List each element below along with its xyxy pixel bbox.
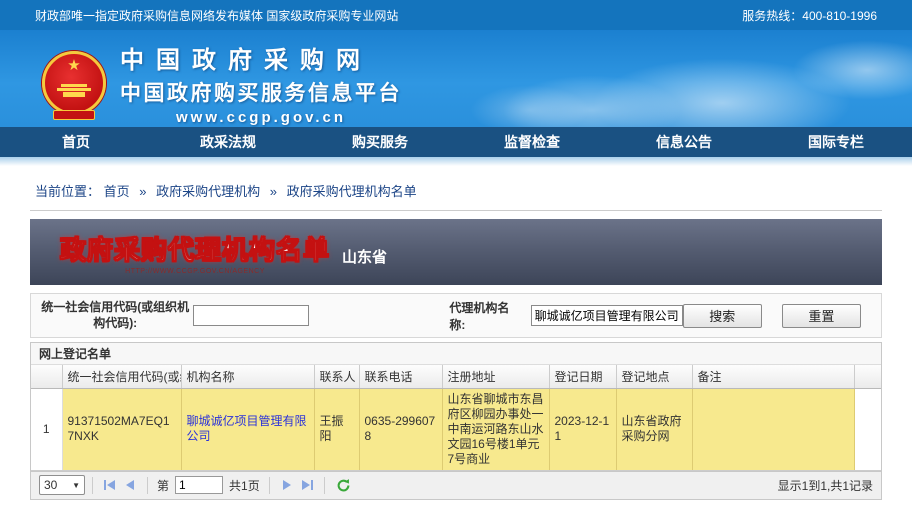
col-address: 注册地址 <box>442 365 549 388</box>
service-hotline: 服务热线：400-810-1996 <box>742 7 877 24</box>
nav-fade-strip <box>0 157 912 166</box>
masthead: ★ 中国政府采购网 中国政府购买服务信息平台 www.ccgp.gov.cn <box>0 30 912 127</box>
agency-name-label: 代理机构名称: <box>449 299 524 333</box>
nav-item-laws[interactable]: 政采法规 <box>152 127 304 157</box>
first-page-icon[interactable] <box>101 476 119 494</box>
col-spacer <box>854 365 881 388</box>
site-logo[interactable]: ★ 中国政府采购网 中国政府购买服务信息平台 www.ccgp.gov.cn <box>42 40 402 126</box>
record-summary: 显示1到1,共1记录 <box>778 477 873 494</box>
search-panel: 统一社会信用代码(或组织机构代码): 代理机构名称: 搜索 重置 <box>30 293 882 338</box>
cell-remark <box>692 388 854 470</box>
breadcrumb-separator: » <box>139 184 146 199</box>
cell-phone: 0635-2996078 <box>359 388 442 470</box>
credit-code-label: 统一社会信用代码(或组织机构代码): <box>37 300 193 331</box>
total-pages-label: 共1页 <box>229 477 260 494</box>
agency-name-input[interactable] <box>531 305 683 326</box>
nav-item-intl[interactable]: 国际专栏 <box>760 127 912 157</box>
cell-credit-code: 91371502MA7EQ17NXK <box>62 388 181 470</box>
site-title: 中国政府采购网 <box>120 40 402 75</box>
col-credit-code: 统一社会信用代码(或组织机构代码) <box>62 365 181 388</box>
agency-table: 统一社会信用代码(或组织机构代码) 机构名称 联系人 联系电话 注册地址 登记日… <box>31 365 881 471</box>
divider <box>269 477 270 494</box>
main-navigation: 首页 政采法规 购买服务 监督检查 信息公告 国际专栏 <box>0 127 912 157</box>
divider <box>324 477 325 494</box>
region-label: 山东省 <box>342 246 387 267</box>
col-phone: 联系电话 <box>359 365 442 388</box>
table-header-row: 统一社会信用代码(或组织机构代码) 机构名称 联系人 联系电话 注册地址 登记日… <box>31 365 881 388</box>
prev-page-icon[interactable] <box>121 476 139 494</box>
col-org-name: 机构名称 <box>181 365 314 388</box>
national-emblem-icon: ★ <box>42 51 106 115</box>
breadcrumb: 当前位置： 首页 » 政府采购代理机构 » 政府采购代理机构名单 <box>35 181 912 198</box>
next-page-icon[interactable] <box>278 476 296 494</box>
breadcrumb-agency[interactable]: 政府采购代理机构 <box>156 184 260 199</box>
table-row[interactable]: 1 91371502MA7EQ17NXK 聊城诚亿项目管理有限公司 王振阳 06… <box>31 388 881 470</box>
credit-code-input[interactable] <box>193 305 309 326</box>
cell-org-name: 聊城诚亿项目管理有限公司 <box>181 388 314 470</box>
cell-reg-site: 山东省政府采购分网 <box>616 388 692 470</box>
nav-item-services[interactable]: 购买服务 <box>304 127 456 157</box>
reset-button[interactable]: 重置 <box>782 304 861 328</box>
nav-item-home[interactable]: 首页 <box>0 127 152 157</box>
col-remark: 备注 <box>692 365 854 388</box>
col-rownum <box>31 365 62 388</box>
cloud-decoration <box>470 85 590 127</box>
breadcrumb-current: 政府采购代理机构名单 <box>287 184 417 199</box>
col-reg-site: 登记地点 <box>616 365 692 388</box>
top-utility-bar: 财政部唯一指定政府采购信息网络发布媒体 国家级政府采购专业网站 服务热线：400… <box>0 0 912 30</box>
list-section-title: 网上登记名单 <box>31 343 881 365</box>
banner-url-caption: HTTP://WWW.CCGP.GOV.CN/AGENCY <box>60 268 330 275</box>
cell-reg-date: 2023-12-11 <box>549 388 616 470</box>
col-contact: 联系人 <box>314 365 359 388</box>
cell-spacer <box>854 388 881 470</box>
divider <box>92 477 93 494</box>
col-reg-date: 登记日期 <box>549 365 616 388</box>
page-title: 政府采购代理机构名单 <box>60 230 330 267</box>
refresh-icon[interactable] <box>336 478 351 493</box>
breadcrumb-prefix: 当前位置： <box>35 184 100 199</box>
site-url: www.ccgp.gov.cn <box>120 109 402 126</box>
chevron-down-icon: ▼ <box>72 481 80 490</box>
nav-item-oversight[interactable]: 监督检查 <box>456 127 608 157</box>
org-name-link[interactable]: 聊城诚亿项目管理有限公司 <box>187 414 307 443</box>
divider <box>30 210 882 211</box>
registration-list-panel: 网上登记名单 统一社会信用代码(或组织机构代码) 机构名称 联系人 联系电话 注… <box>30 342 882 500</box>
cell-rownum: 1 <box>31 388 62 470</box>
cell-address: 山东省聊城市东昌府区柳园办事处一中南运河路东山水文园16号楼1单元7号商业 <box>442 388 549 470</box>
page-size-select[interactable]: 30 ▼ <box>39 475 85 495</box>
divider <box>147 477 148 494</box>
page-size-value: 30 <box>44 478 57 492</box>
page-prefix-label: 第 <box>157 477 169 494</box>
cell-contact: 王振阳 <box>314 388 359 470</box>
nav-item-notices[interactable]: 信息公告 <box>608 127 760 157</box>
last-page-icon[interactable] <box>298 476 316 494</box>
pagination-toolbar: 30 ▼ 第 共1页 显示1到1,共1记录 <box>31 471 881 499</box>
search-button[interactable]: 搜索 <box>683 304 762 328</box>
site-subtitle: 中国政府购买服务信息平台 <box>120 77 402 107</box>
site-slogan: 财政部唯一指定政府采购信息网络发布媒体 国家级政府采购专业网站 <box>35 7 398 24</box>
breadcrumb-home[interactable]: 首页 <box>104 184 130 199</box>
breadcrumb-separator: » <box>270 184 277 199</box>
page-banner: 政府采购代理机构名单 HTTP://WWW.CCGP.GOV.CN/AGENCY… <box>30 219 882 285</box>
page-number-input[interactable] <box>175 476 223 494</box>
